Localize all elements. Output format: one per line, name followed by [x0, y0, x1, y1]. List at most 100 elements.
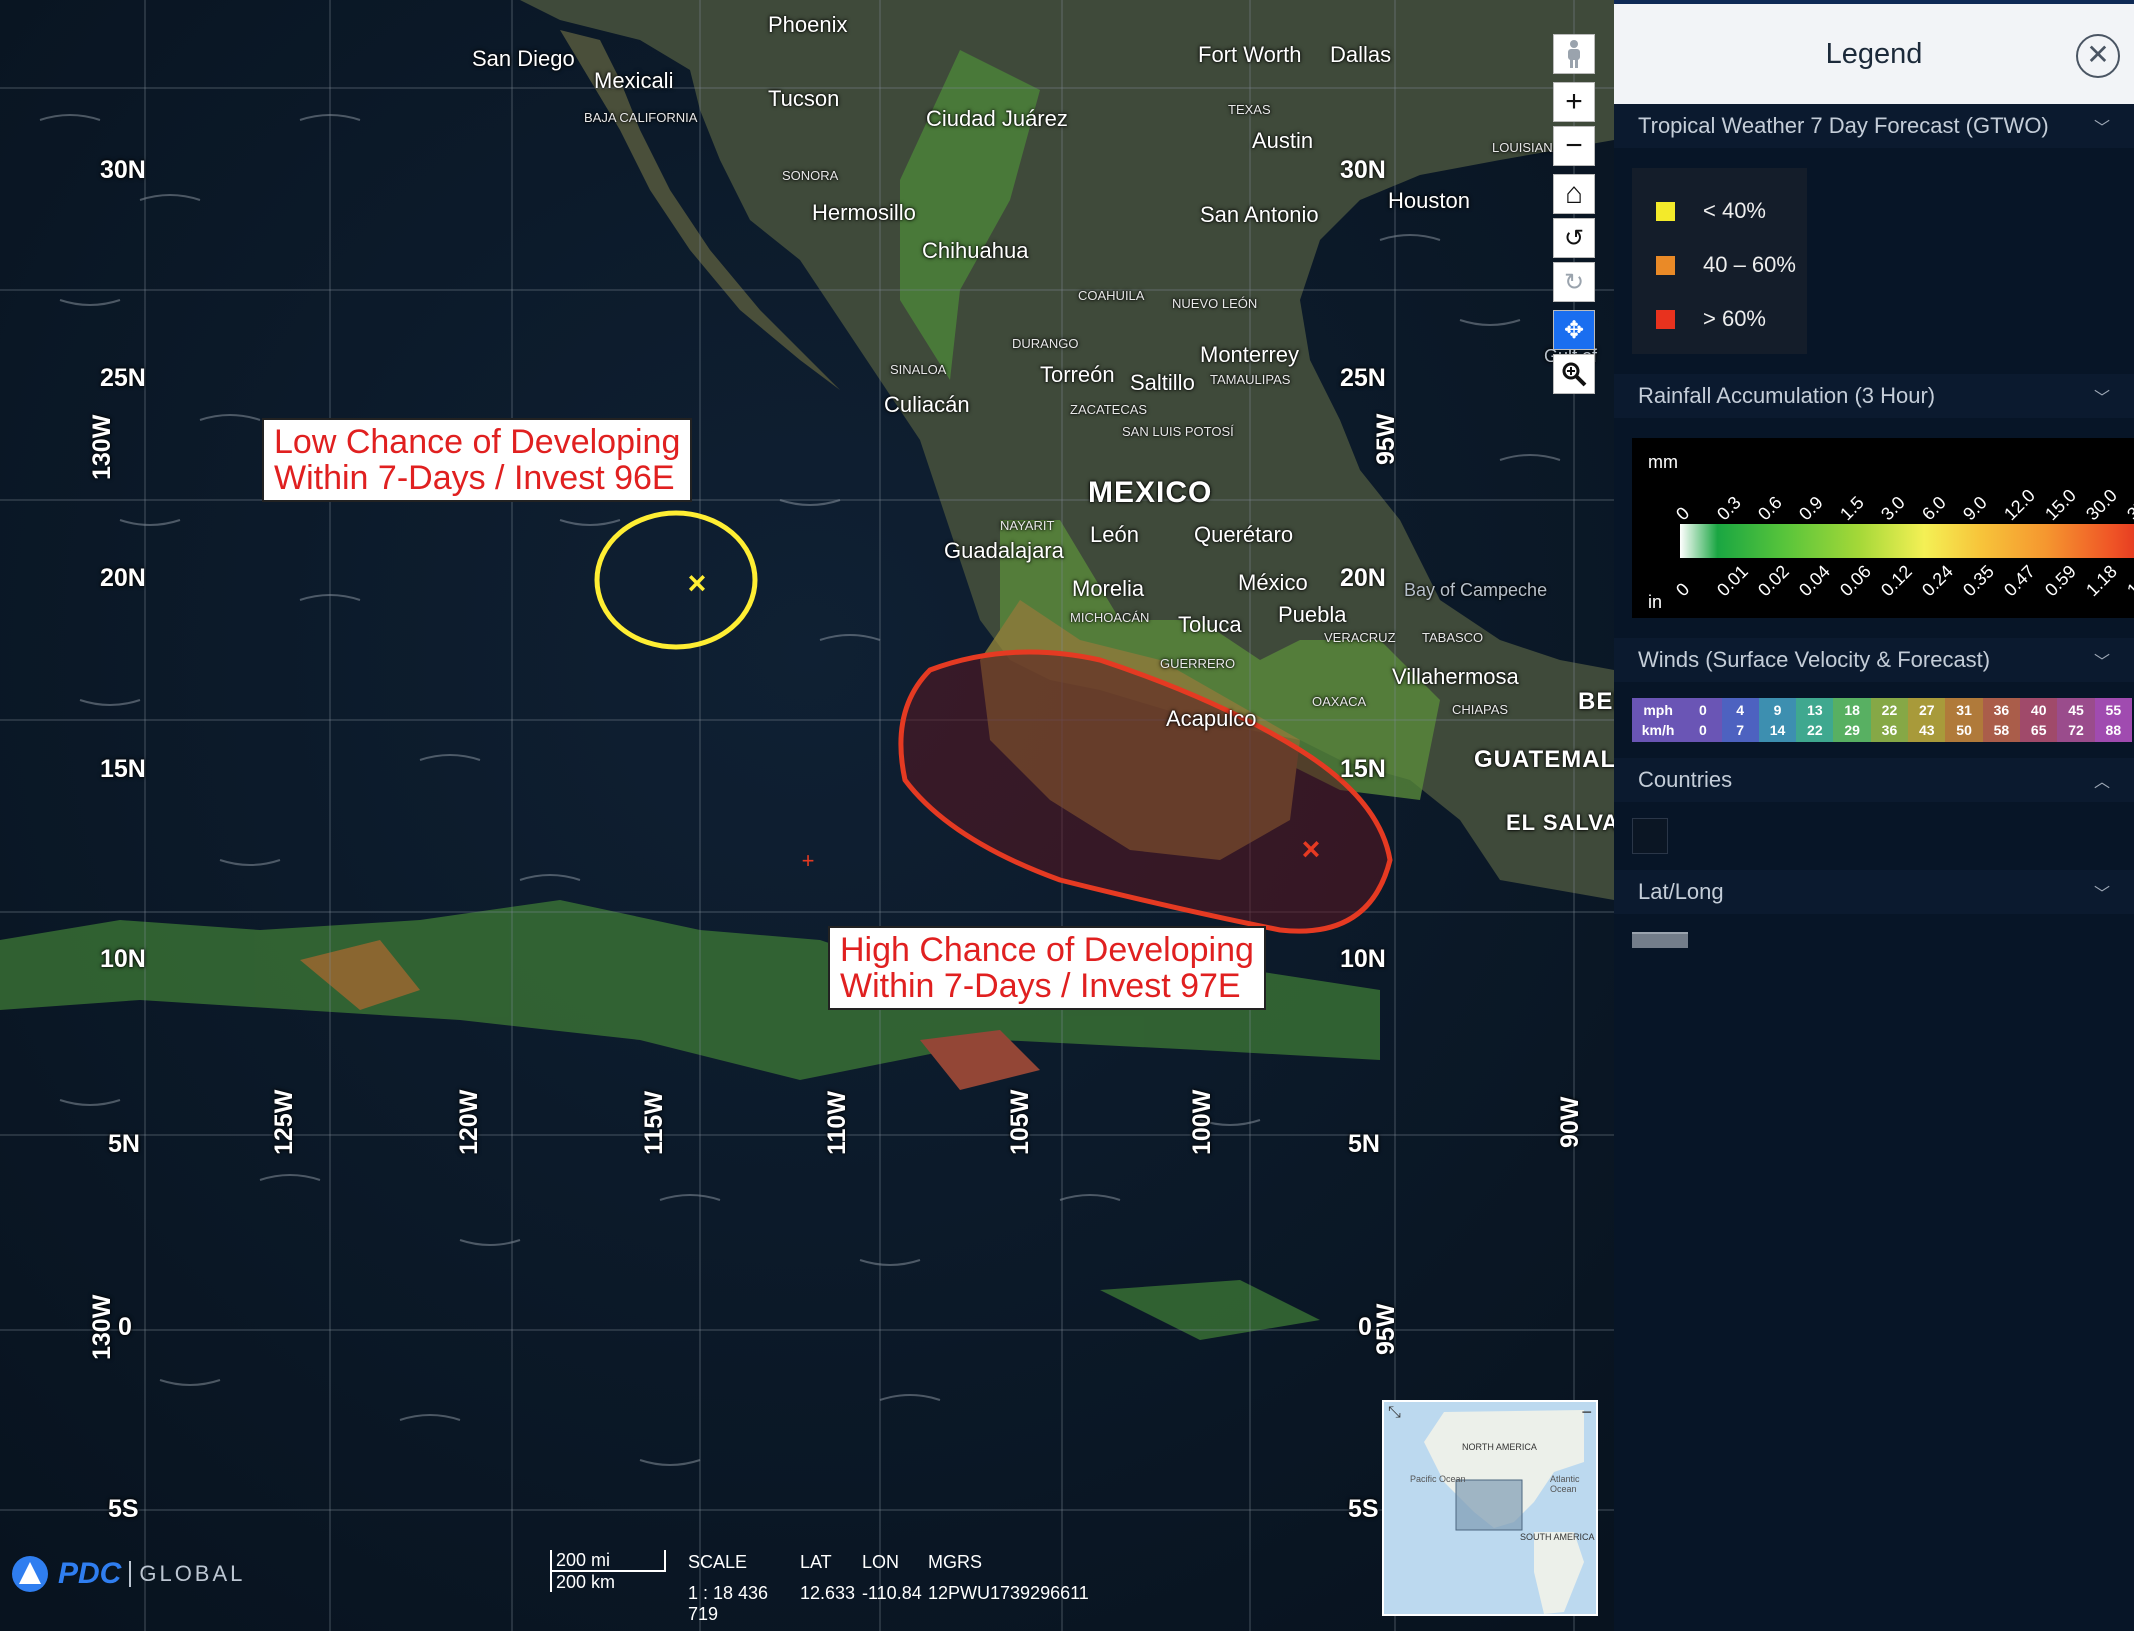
- chevron-down-icon[interactable]: ﹀: [2094, 648, 2110, 672]
- map-view[interactable]: × × + 30N 30N 25N 25N 20N 20N 15N 15N 10…: [0, 0, 1614, 1631]
- legend-item: > 60%: [1632, 292, 1807, 346]
- lon-label: 100W: [1188, 1089, 1216, 1155]
- winds-kmh-value: 0: [1698, 722, 1707, 738]
- legend-section-countries[interactable]: Countries ︿: [1614, 758, 2134, 802]
- winds-cell: 22 36: [1870, 698, 1909, 742]
- legend-section-gtwo[interactable]: Tropical Weather 7 Day Forecast (GTWO) ﹀: [1614, 104, 2134, 148]
- lon-label: 105W: [1006, 1089, 1034, 1155]
- legend-section-latlong[interactable]: Lat/Long ﹀: [1614, 870, 2134, 914]
- rain-mm-tick: 12.0: [2000, 485, 2039, 525]
- lat-label: 5S: [108, 1495, 139, 1523]
- rain-in-tick: 0.04: [1795, 561, 1834, 601]
- pdc-logo-icon: [12, 1556, 48, 1592]
- lat-label: 30N: [100, 156, 146, 184]
- street-view-icon[interactable]: [1553, 34, 1595, 74]
- legend-item-label: > 60%: [1703, 306, 1766, 331]
- city-label: Saltillo: [1130, 370, 1195, 395]
- lat-label: 20N: [100, 564, 146, 592]
- country-label: GUATEMALA: [1474, 746, 1614, 773]
- lat-label: 20N: [1340, 564, 1386, 592]
- city-label: Toluca: [1178, 612, 1242, 637]
- rain-mm-tick: 37.0: [2123, 485, 2134, 525]
- expand-icon[interactable]: ⤡: [1388, 1404, 1401, 1422]
- mgrs-label: MGRS: [928, 1552, 982, 1572]
- rain-unit-in: in: [1648, 592, 1663, 612]
- scale-value: 1 : 18 436 719: [688, 1583, 769, 1624]
- legend-section-winds[interactable]: Winds (Surface Velocity & Forecast) ﹀: [1614, 638, 2134, 682]
- city-label: Austin: [1252, 128, 1314, 153]
- city-label: Monterrey: [1200, 342, 1300, 367]
- region-label: NAYARIT: [1000, 518, 1055, 533]
- rotate-left-icon[interactable]: ↺: [1553, 218, 1595, 258]
- city-label: Querétaro: [1194, 522, 1294, 547]
- region-label: SINALOA: [890, 362, 947, 377]
- winds-cell: 9 14: [1758, 698, 1797, 742]
- city-label: Tucson: [768, 86, 840, 111]
- winds-mph-value: 40: [2030, 702, 2047, 718]
- latlong-swatch: [1632, 932, 1688, 948]
- section-title: Rainfall Accumulation (3 Hour): [1638, 383, 1936, 408]
- winds-mph-value: 13: [1807, 702, 1823, 718]
- lon-value: -110.84: [862, 1583, 922, 1603]
- city-label: Morelia: [1072, 576, 1145, 601]
- invest-96e-marker: ×: [688, 565, 707, 601]
- rotate-right-icon[interactable]: ↻: [1553, 262, 1595, 302]
- chevron-up-icon[interactable]: ︿: [2094, 768, 2110, 792]
- chevron-down-icon[interactable]: ﹀: [2094, 384, 2110, 408]
- lon-label: 130W: [88, 1294, 116, 1360]
- winds-kmh-value: 65: [2030, 722, 2047, 738]
- lat-label: 5N: [1348, 1130, 1380, 1158]
- city-label: México: [1238, 570, 1308, 595]
- section-title: Tropical Weather 7 Day Forecast (GTWO): [1638, 113, 2049, 138]
- close-icon[interactable]: ✕: [2076, 34, 2120, 78]
- map-canvas[interactable]: × × +: [0, 0, 1614, 1631]
- winds-cell: 00: [1684, 698, 1722, 742]
- zoom-box-icon[interactable]: [1553, 354, 1595, 394]
- legend-item-label: 40 – 60%: [1703, 252, 1796, 277]
- region-label: VERACRUZ: [1324, 630, 1396, 645]
- invest-97e-marker: ×: [1302, 831, 1321, 867]
- region-label: TEXAS: [1228, 102, 1271, 117]
- zoom-in-icon[interactable]: +: [1553, 82, 1595, 122]
- lat-label: 25N: [1340, 364, 1386, 392]
- lat-label: 0: [1358, 1313, 1372, 1341]
- chevron-down-icon[interactable]: ﹀: [2094, 880, 2110, 904]
- swatch: [1656, 201, 1675, 221]
- collapse-icon[interactable]: −: [1581, 1402, 1592, 1423]
- pan-icon[interactable]: ✥: [1553, 310, 1595, 350]
- city-label: Acapulco: [1166, 706, 1257, 731]
- region-label: BAJA CALIFORNIA: [584, 110, 698, 125]
- countries-swatch: [1632, 818, 1668, 854]
- rain-mm-tick: 30.0: [2082, 485, 2121, 525]
- legend-section-rainfall[interactable]: Rainfall Accumulation (3 Hour) ﹀: [1614, 374, 2134, 418]
- home-icon[interactable]: ⌂: [1553, 174, 1595, 214]
- rain-in-tick: 0.06: [1836, 561, 1875, 601]
- zoom-out-icon[interactable]: −: [1553, 126, 1595, 166]
- region-label: OAXACA: [1312, 694, 1367, 709]
- lat-label: 15N: [100, 755, 146, 783]
- mgrs-value: 12PWU1739296611: [928, 1583, 1089, 1603]
- winds-kmh-value: 29: [1844, 722, 1860, 738]
- lat-label: 10N: [100, 945, 146, 973]
- gtwo-legend: < 40% 40 – 60% > 60%: [1632, 168, 1807, 354]
- overview-minimap[interactable]: NORTH AMERICA Pacific Ocean Atlantic Oce…: [1382, 1400, 1598, 1616]
- legend-item-label: < 40%: [1703, 198, 1766, 223]
- city-label: Dallas: [1330, 42, 1392, 67]
- legend-item: 40 – 60%: [1632, 238, 1807, 292]
- region-label: CHIAPAS: [1452, 702, 1509, 717]
- winds-kmh-value: 88: [2105, 722, 2122, 738]
- section-title: Winds (Surface Velocity & Forecast): [1638, 647, 1991, 672]
- city-label: Hermosillo: [812, 200, 916, 225]
- lat-label: 10N: [1340, 945, 1386, 973]
- winds-cell: 36 58: [1982, 698, 2021, 742]
- rain-in-tick: 0.47: [2000, 561, 2039, 601]
- lon-label: 95W: [1372, 1303, 1400, 1355]
- section-title: Countries: [1638, 767, 1733, 792]
- minimap-label: NORTH AMERICA: [1462, 1442, 1537, 1452]
- winds-kmh-value: 72: [2068, 722, 2084, 738]
- winds-cell: 55 88: [2094, 698, 2132, 742]
- scale-mi: 200 mi: [550, 1550, 666, 1572]
- chevron-down-icon[interactable]: ﹀: [2094, 114, 2110, 138]
- winds-cell: 47: [1721, 698, 1759, 742]
- winds-mph-value: 31: [1956, 702, 1972, 718]
